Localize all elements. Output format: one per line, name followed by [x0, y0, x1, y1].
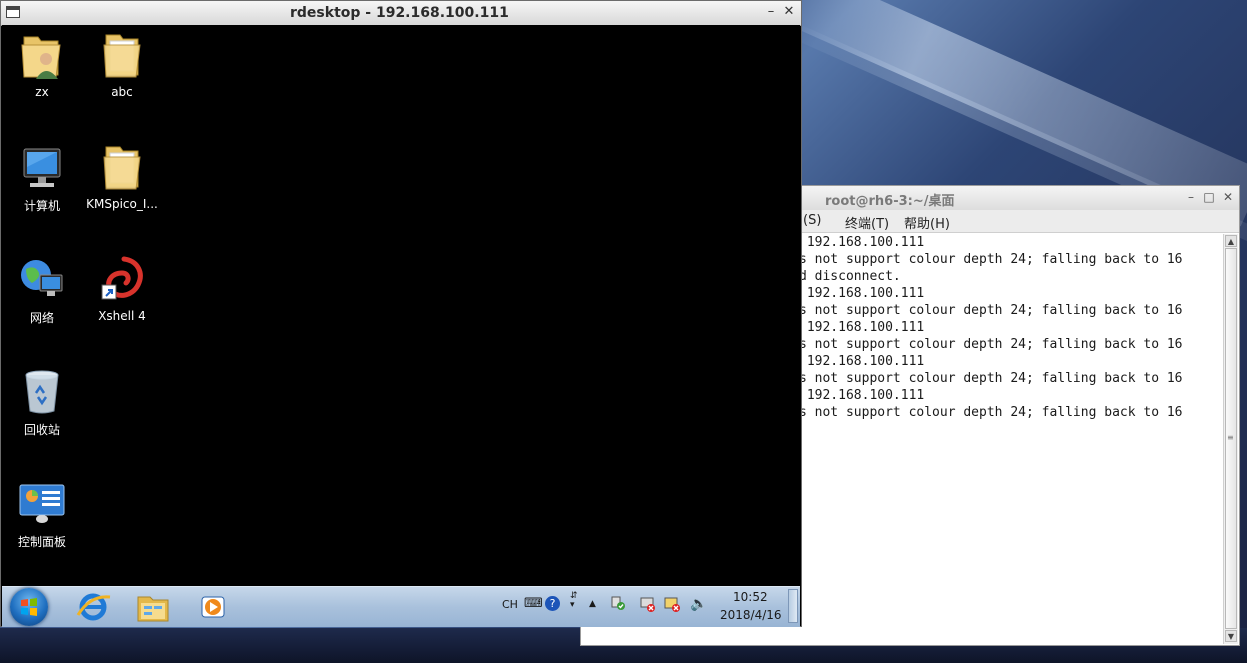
scroll-up-icon[interactable]: ▲ [1225, 235, 1237, 247]
windows-taskbar: CH ⌨ ? ⇵ ▾ ▲ 🔈 10:52 2018/4/16 [2, 586, 800, 627]
windows-logo-icon [21, 598, 37, 616]
file-explorer-icon [137, 596, 169, 622]
taskbar-media-player[interactable] [190, 589, 236, 625]
terminal-line: s not support colour depth 24; falling b… [799, 405, 1183, 420]
clock-time[interactable]: 10:52 [733, 590, 768, 604]
desktop-icon-label: 网络 [29, 311, 54, 325]
show-hidden-icons-icon[interactable]: ▲ [589, 599, 596, 609]
terminal-line: 192.168.100.111 [799, 320, 925, 335]
folder-icon [98, 31, 146, 81]
start-button[interactable] [10, 588, 48, 626]
desktop-icon-kmspico[interactable]: KMSpico_I... [82, 143, 162, 211]
terminal-scrollbar[interactable]: ▲ ≡ ▼ [1223, 234, 1238, 644]
action-center-icon[interactable] [610, 595, 626, 611]
terminal-line: 192.168.100.111 [799, 286, 925, 301]
close-icon[interactable]: ✕ [1221, 190, 1235, 204]
desktop-icon-label: 回收站 [23, 423, 60, 437]
flag-icon[interactable] [664, 596, 680, 612]
desktop-icon-label: 计算机 [23, 199, 60, 213]
user-folder-icon [18, 31, 66, 81]
rdesktop-window[interactable]: rdesktop - 192.168.100.111 – ✕ zx abc 计算… [0, 0, 802, 627]
desktop-icon-network[interactable]: 网络 [2, 255, 82, 326]
desktop-icon-zx[interactable]: zx [2, 31, 82, 99]
desktop-icon-label: KMSpico_I... [86, 197, 158, 211]
desktop-icon-computer[interactable]: 计算机 [2, 143, 82, 214]
help-icon[interactable]: ? [545, 596, 560, 611]
rdesktop-title: rdesktop - 192.168.100.111 [290, 5, 509, 21]
desktop-icon-label: 控制面板 [17, 535, 66, 549]
close-icon[interactable]: ✕ [782, 5, 796, 19]
menu-item-help[interactable]: 帮助(H) [904, 213, 950, 232]
maximize-icon[interactable]: □ [1202, 190, 1216, 204]
terminal-line: s not support colour depth 24; falling b… [799, 252, 1183, 267]
taskbar-explorer[interactable] [130, 589, 176, 625]
taskbar-internet-explorer[interactable] [70, 589, 116, 625]
rdesktop-titlebar[interactable]: rdesktop - 192.168.100.111 – ✕ [1, 1, 801, 26]
show-desktop-button[interactable] [788, 589, 798, 623]
xshell-icon [98, 255, 146, 305]
scroll-down-icon[interactable]: ▼ [1225, 630, 1237, 642]
desktop-icon-control-panel[interactable]: 控制面板 [2, 479, 82, 550]
desktop-icon-abc[interactable]: abc [82, 31, 162, 99]
scroll-grip-icon: ≡ [1227, 433, 1234, 442]
terminal-line: 192.168.100.111 [799, 354, 925, 369]
desktop-icon-recycle-bin[interactable]: 回收站 [2, 367, 82, 438]
desktop-icon-label: Xshell 4 [98, 309, 146, 323]
keyboard-icon[interactable]: ⌨ [524, 596, 543, 611]
clock-date[interactable]: 2018/4/16 [720, 608, 782, 622]
terminal-title: root@rh6-3:~/桌面 [825, 194, 955, 209]
network-icon [18, 255, 66, 305]
minimize-icon[interactable]: – [1184, 190, 1198, 204]
internet-explorer-icon [76, 593, 111, 621]
network-disconnected-icon[interactable] [640, 596, 656, 612]
menu-item-search[interactable]: (S) [803, 213, 821, 228]
terminal-line: s not support colour depth 24; falling b… [799, 371, 1183, 386]
terminal-line: s not support colour depth 24; falling b… [799, 337, 1183, 352]
control-panel-icon [18, 479, 66, 529]
remote-desktop[interactable]: zx abc 计算机 KMSpico_I... 网络 Xshell 4 回收站 … [2, 25, 800, 586]
computer-icon [18, 143, 66, 193]
terminal-line: s not support colour depth 24; falling b… [799, 303, 1183, 318]
terminal-line: d disconnect. [799, 269, 901, 284]
terminal-line: 192.168.100.111 [799, 388, 925, 403]
recycle-bin-icon [18, 367, 66, 417]
minimize-icon[interactable]: – [764, 5, 778, 19]
desktop-icon-xshell[interactable]: Xshell 4 [82, 255, 162, 323]
menu-item-terminal[interactable]: 终端(T) [845, 213, 889, 232]
window-menu-icon[interactable] [6, 6, 20, 18]
desktop-icon-label: zx [35, 85, 49, 99]
ime-options-icon[interactable]: ⇵ ▾ [570, 592, 578, 610]
input-language-indicator[interactable]: CH [502, 598, 518, 611]
folder-icon [98, 143, 146, 193]
volume-icon[interactable]: 🔈 [690, 596, 707, 612]
desktop-icon-label: abc [111, 85, 133, 99]
terminal-line: 192.168.100.111 [799, 235, 925, 250]
media-player-icon [201, 596, 225, 618]
